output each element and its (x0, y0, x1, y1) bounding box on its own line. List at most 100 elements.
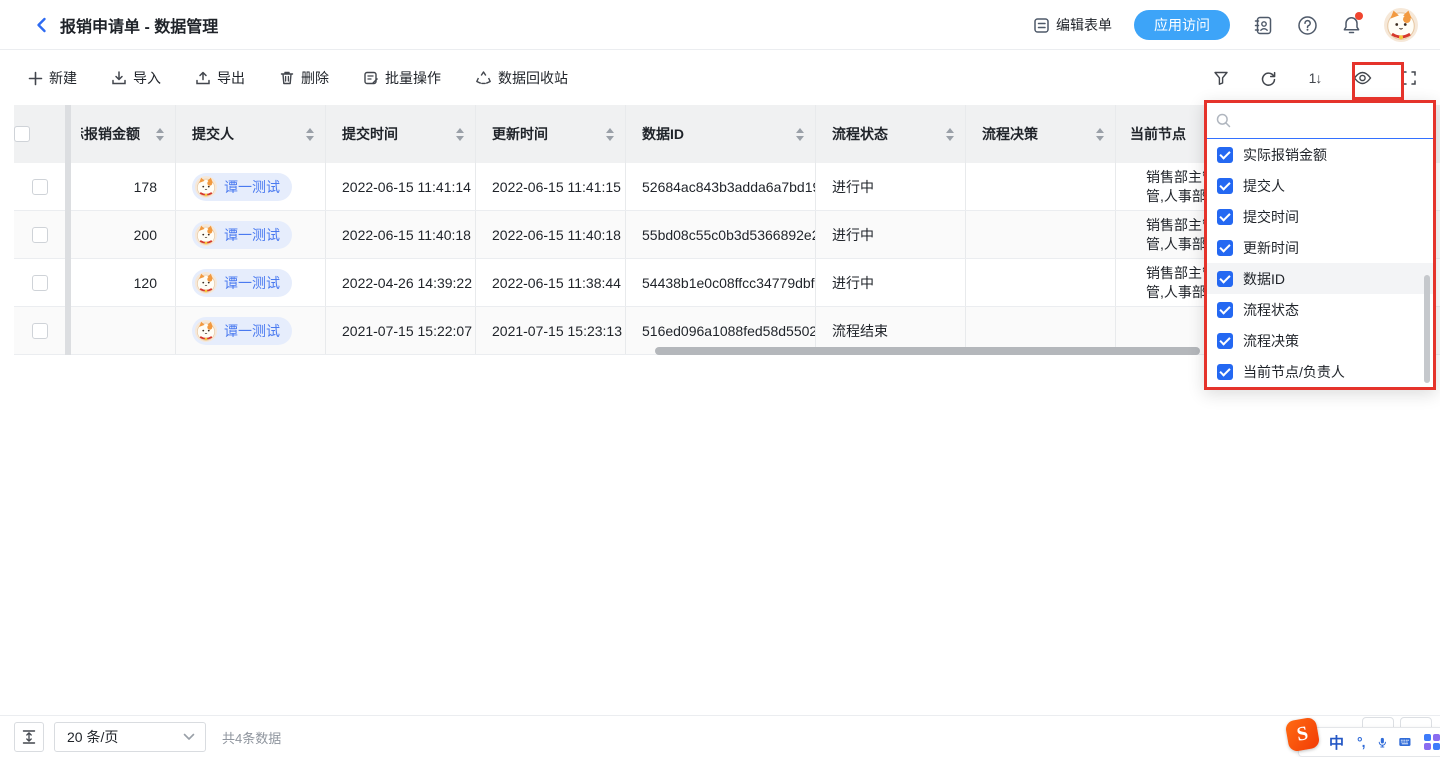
row-height-button[interactable] (14, 722, 44, 752)
select-all-cell (14, 105, 65, 163)
column-header-submitter[interactable]: 提交人 (176, 105, 326, 163)
column-option[interactable]: 流程决策 (1207, 325, 1433, 356)
filter-button[interactable] (1208, 65, 1234, 91)
new-label: 新建 (49, 68, 77, 88)
app-access-button[interactable]: 应用访问 (1134, 10, 1230, 40)
microphone-icon[interactable] (1378, 734, 1387, 751)
sort-arrows-icon[interactable] (155, 127, 165, 142)
column-option[interactable]: 更新时间 (1207, 232, 1433, 263)
row-checkbox[interactable] (32, 323, 48, 339)
column-option[interactable]: 提交人 (1207, 170, 1433, 201)
checked-checkbox[interactable] (1217, 209, 1233, 225)
edit-form-button[interactable]: 编辑表单 (1033, 15, 1112, 35)
amount-cell: 178 (65, 163, 176, 210)
plus-icon (28, 71, 43, 86)
export-button[interactable]: 导出 (195, 68, 245, 88)
sort-arrows-icon[interactable] (305, 127, 315, 142)
batch-actions-button[interactable]: 批量操作 (363, 68, 441, 88)
checked-checkbox[interactable] (1217, 147, 1233, 163)
column-option-label: 流程决策 (1243, 331, 1299, 351)
header-actions: 编辑表单 应用访问 (1033, 0, 1418, 50)
submitter-chip[interactable]: 谭一测试 (192, 221, 292, 249)
checked-checkbox[interactable] (1217, 240, 1233, 256)
contacts-button[interactable] (1252, 14, 1274, 36)
import-label: 导入 (133, 68, 161, 88)
sogou-ime-logo[interactable]: S (1285, 717, 1321, 753)
sort-arrows-icon[interactable] (605, 127, 615, 142)
checked-checkbox[interactable] (1217, 178, 1233, 194)
column-option[interactable]: 提交时间 (1207, 201, 1433, 232)
fullscreen-icon (1401, 70, 1417, 86)
column-header-amount[interactable]: 际报销金额 (65, 105, 176, 163)
sort-arrows-icon[interactable] (1095, 127, 1105, 142)
ime-punctuation-toggle[interactable]: °, (1357, 734, 1365, 750)
submitter-chip[interactable]: 谭一测试 (192, 317, 292, 345)
sort-arrows-icon[interactable] (455, 127, 465, 142)
help-button[interactable] (1296, 14, 1318, 36)
submitter-name: 谭一测试 (224, 225, 280, 245)
recycle-bin-button[interactable]: 数据回收站 (475, 68, 568, 88)
column-option[interactable]: 实际报销金额 (1207, 139, 1433, 170)
user-avatar[interactable] (1384, 8, 1418, 42)
checked-checkbox[interactable] (1217, 302, 1233, 318)
sort-arrows-icon[interactable] (945, 127, 955, 142)
page-size-select[interactable]: 20 条/页 (54, 722, 206, 752)
page-size-value: 20 条/页 (67, 727, 118, 747)
column-option[interactable]: 流程状态 (1207, 294, 1433, 325)
row-checkbox[interactable] (32, 275, 48, 291)
submitter-chip[interactable]: 谭一测试 (192, 269, 292, 297)
column-label: 流程决策 (982, 124, 1038, 144)
virtual-keyboard-icon[interactable] (1399, 735, 1411, 749)
page-title: 报销申请单 - 数据管理 (60, 0, 218, 50)
column-label: 更新时间 (492, 124, 548, 144)
column-option[interactable]: 当前节点/负责人 (1207, 356, 1433, 387)
column-header-update-time[interactable]: 更新时间 (476, 105, 626, 163)
submitter-cell: 谭一测试 (176, 259, 326, 306)
checked-checkbox[interactable] (1217, 364, 1233, 380)
ime-menu-icon[interactable] (1424, 734, 1440, 750)
submitter-avatar (195, 272, 217, 294)
import-button[interactable]: 导入 (111, 68, 161, 88)
new-button[interactable]: 新建 (28, 68, 77, 88)
column-visibility-button[interactable] (1349, 65, 1375, 91)
import-icon (111, 70, 127, 86)
column-header-decision[interactable]: 流程决策 (966, 105, 1116, 163)
notification-dot (1355, 12, 1363, 20)
column-header-data-id[interactable]: 数据ID (626, 105, 816, 163)
eye-icon (1353, 71, 1372, 85)
refresh-icon (1260, 70, 1277, 87)
column-search-input[interactable] (1207, 103, 1433, 139)
column-label: 际报销金额 (81, 124, 140, 144)
sort-arrows-icon[interactable] (795, 127, 805, 142)
panel-scrollbar[interactable] (1424, 275, 1430, 383)
column-header-status[interactable]: 流程状态 (816, 105, 966, 163)
address-book-icon (1253, 15, 1274, 36)
batch-label: 批量操作 (385, 68, 441, 88)
fullscreen-button[interactable] (1396, 65, 1422, 91)
notifications-button[interactable] (1340, 14, 1362, 36)
row-checkbox[interactable] (32, 227, 48, 243)
submitter-avatar (195, 320, 217, 342)
column-option[interactable]: 数据ID (1207, 263, 1433, 294)
data-id-cell: 55bd08c55c0b3d5366892e27 (626, 211, 816, 258)
back-button[interactable] (30, 13, 54, 37)
horizontal-scrollbar[interactable] (655, 347, 1200, 355)
row-checkbox[interactable] (32, 179, 48, 195)
cat-avatar-icon (1384, 8, 1418, 42)
sort-button[interactable]: 1↓ (1302, 65, 1328, 91)
decision-cell (966, 163, 1116, 210)
ime-language-toggle[interactable]: 中 (1329, 732, 1344, 753)
delete-button[interactable]: 删除 (279, 68, 329, 88)
submitter-chip[interactable]: 谭一测试 (192, 173, 292, 201)
checked-checkbox[interactable] (1217, 271, 1233, 287)
column-label: 流程状态 (832, 124, 888, 144)
refresh-button[interactable] (1255, 65, 1281, 91)
submitter-cell: 谭一测试 (176, 211, 326, 258)
checked-checkbox[interactable] (1217, 333, 1233, 349)
filter-icon (1213, 70, 1229, 86)
select-all-checkbox[interactable] (14, 126, 30, 142)
cat-avatar-icon (195, 320, 217, 342)
form-icon (1033, 17, 1050, 34)
column-header-submit-time[interactable]: 提交时间 (326, 105, 476, 163)
export-icon (195, 70, 211, 86)
